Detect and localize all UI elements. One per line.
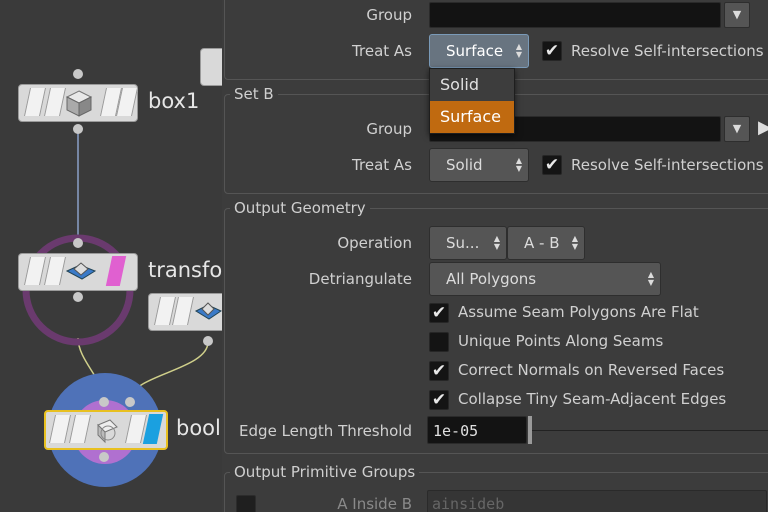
a-inside-b-label: A Inside B — [337, 495, 412, 512]
expand-right-icon[interactable]: ▶ — [758, 116, 768, 140]
output-primitive-groups-title: Output Primitive Groups — [230, 463, 420, 481]
set-b-title: Set B — [230, 85, 278, 103]
dropdown-option-surface[interactable]: Surface — [430, 101, 514, 133]
set-b-resolve-checkbox[interactable]: ✔ — [542, 155, 562, 175]
node-label-boolean: bool — [176, 416, 221, 440]
boolean-input-port-a[interactable] — [99, 397, 109, 407]
unique-points-checkbox[interactable] — [429, 332, 449, 352]
transform-icon — [65, 262, 97, 280]
set-a-resolve-label: Resolve Self-intersections — [571, 42, 764, 60]
updown-arrows-icon: ▲ ▼ — [571, 234, 578, 251]
set-b-resolve-label: Resolve Self-intersections — [571, 156, 764, 174]
boolean-output-port[interactable] — [99, 452, 109, 462]
boolean-input-port-b[interactable] — [125, 397, 135, 407]
network-editor[interactable]: box1 transfo bool — [0, 0, 222, 512]
a-inside-b-checkbox[interactable] — [236, 495, 256, 512]
set-b-treat-as-label: Treat As — [352, 156, 412, 174]
node-label-box1: box1 — [148, 89, 200, 113]
transform-node[interactable] — [18, 253, 138, 291]
slot — [24, 88, 46, 116]
set-a-group-label: Group — [366, 6, 412, 24]
operation-label: Operation — [337, 234, 412, 252]
slot — [172, 297, 194, 325]
node-label-transform: transfo — [148, 258, 222, 282]
set-b-treat-as-value: Solid — [446, 156, 483, 174]
box1-input-port[interactable] — [73, 69, 83, 79]
a-inside-b-input[interactable]: ainsideb — [427, 490, 767, 512]
detriangulate-value: All Polygons — [446, 270, 537, 288]
edge-threshold-input[interactable]: 1e-05 — [427, 416, 527, 444]
set-a-treat-as-menu[interactable]: Surface ▲ ▼ — [429, 34, 529, 68]
slot — [44, 257, 66, 285]
transform2-node[interactable] — [148, 293, 222, 331]
transform2-output-port[interactable] — [203, 336, 213, 346]
partial-node-top[interactable] — [200, 48, 222, 86]
operation-sub-menu[interactable]: A - B ▲ ▼ — [507, 226, 585, 260]
slot — [24, 257, 46, 285]
slot — [44, 88, 66, 116]
set-a-group-input[interactable] — [429, 2, 721, 28]
detriangulate-menu[interactable]: All Polygons ▲ ▼ — [429, 262, 661, 296]
set-b-treat-as-menu[interactable]: Solid ▲ ▼ — [429, 148, 529, 182]
updown-arrows-icon: ▲ ▼ — [515, 156, 522, 173]
edge-threshold-slider-track[interactable] — [532, 430, 768, 431]
boolean-node[interactable] — [44, 410, 168, 450]
correct-normals-label: Correct Normals on Reversed Faces — [458, 361, 725, 379]
transform-output-port[interactable] — [73, 292, 83, 302]
set-a-treat-as-value: Surface — [446, 42, 504, 60]
transform-icon — [194, 302, 222, 320]
treat-as-dropdown-popup: Solid Surface — [429, 68, 515, 134]
parameter-pane: Group ▼ Treat As Surface ▲ ▼ ✔ Resolve Se… — [222, 0, 768, 512]
slot — [69, 415, 91, 443]
dropdown-option-solid[interactable]: Solid — [430, 69, 514, 101]
updown-arrows-icon: ▲ ▼ — [647, 270, 654, 287]
set-b-group-menu-button[interactable]: ▼ — [724, 116, 750, 142]
set-a-resolve-checkbox[interactable]: ✔ — [542, 41, 562, 61]
box1-node[interactable] — [18, 84, 138, 122]
correct-normals-checkbox[interactable]: ✔ — [429, 361, 449, 381]
collapse-tiny-edges-label: Collapse Tiny Seam-Adjacent Edges — [458, 390, 727, 408]
box1-output-port[interactable] — [73, 124, 83, 134]
set-a-group-menu-button[interactable]: ▼ — [724, 2, 750, 28]
updown-arrows-icon: ▲ ▼ — [493, 234, 500, 251]
collapse-tiny-edges-checkbox[interactable]: ✔ — [429, 390, 449, 410]
edge-threshold-label: Edge Length Threshold — [239, 422, 412, 440]
updown-arrows-icon: ▲ ▼ — [515, 42, 522, 59]
assume-seam-flat-label: Assume Seam Polygons Are Flat — [458, 303, 699, 321]
set-b-group-label: Group — [366, 120, 412, 138]
detriangulate-label: Detriangulate — [308, 270, 412, 288]
box-icon — [65, 90, 93, 117]
operation-menu[interactable]: Su... ▲ ▼ — [429, 226, 507, 260]
operation-value: Su... — [446, 234, 480, 252]
set-a-treat-as-label: Treat As — [352, 42, 412, 60]
operation-sub-value: A - B — [524, 234, 560, 252]
unique-points-label: Unique Points Along Seams — [458, 332, 664, 350]
transform-input-port[interactable] — [73, 238, 83, 248]
slot — [49, 415, 71, 443]
output-geometry-title: Output Geometry — [230, 199, 370, 217]
display-flag-pink[interactable] — [105, 256, 127, 286]
assume-seam-flat-checkbox[interactable]: ✔ — [429, 303, 449, 323]
boolean-icon — [97, 419, 118, 444]
